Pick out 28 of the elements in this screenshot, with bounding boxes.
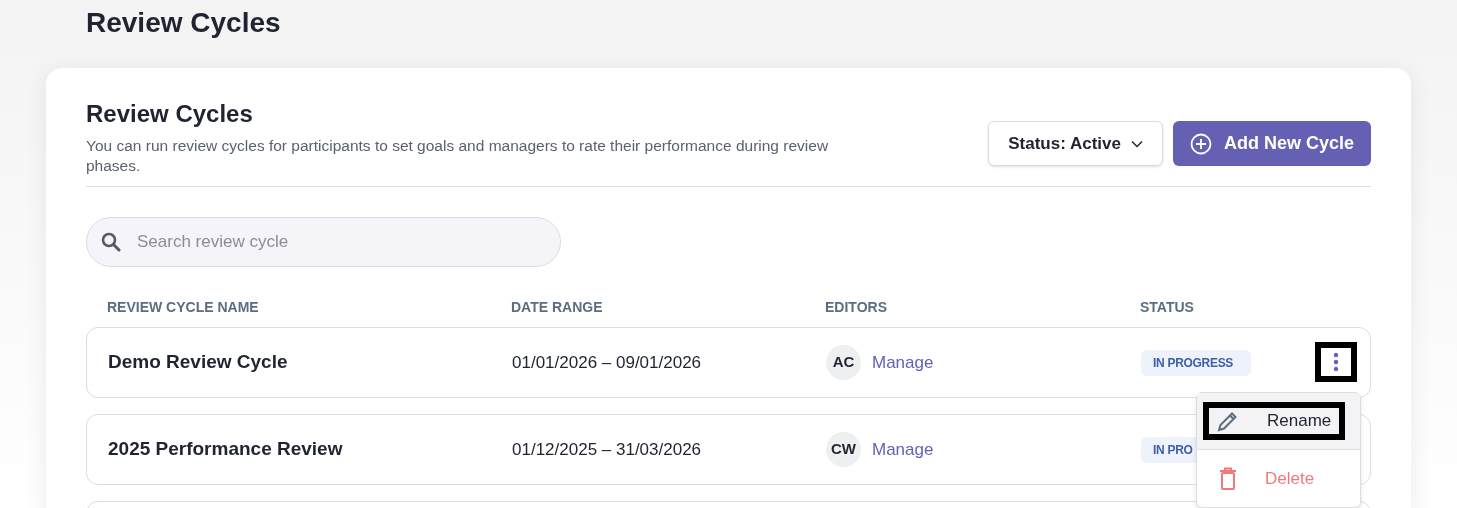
search-bar[interactable]: Search review cycle [86, 217, 561, 267]
more-options-button[interactable] [1315, 342, 1357, 382]
column-header: REVIEW CYCLE NAME [107, 299, 259, 315]
card-title: Review Cycles [86, 100, 254, 128]
kebab-icon [1333, 352, 1339, 372]
column-header: STATUS [1140, 299, 1194, 315]
date-range: 01/01/2026 – 09/01/2026 [512, 352, 702, 372]
editor-avatar: CW [826, 432, 861, 467]
manage-link[interactable]: Manage [872, 349, 934, 376]
status-dropdown[interactable]: Status: Active [988, 121, 1163, 166]
editor-avatar: AC [826, 345, 861, 380]
search-icon [101, 232, 121, 252]
card-description: You can run review cycles for participants to set goals and managers to rate their performance during review phases. [86, 136, 830, 176]
add-new-cycle-button[interactable]: Add New Cycle [1172, 121, 1371, 166]
date-range: 01/12/2025 – 31/03/2026 [512, 439, 702, 459]
column-header: EDITORS [825, 299, 887, 315]
trash-icon [1219, 466, 1237, 491]
cycle-name: 2025 Performance Review [108, 438, 343, 460]
page-title: Review Cycles [86, 6, 281, 40]
plus-circle-icon [1189, 132, 1212, 155]
cycle-name: Demo Review Cycle [108, 351, 288, 373]
manage-link[interactable]: Manage [872, 436, 934, 463]
column-header: DATE RANGE [511, 299, 603, 315]
menu-item[interactable]: Rename [1197, 393, 1360, 450]
chevron-down-icon [1130, 139, 1143, 148]
status-badge: IN PROGRESS [1141, 349, 1251, 376]
search-field[interactable]: Search review cycle [137, 229, 546, 255]
pencil-icon [1217, 410, 1239, 432]
